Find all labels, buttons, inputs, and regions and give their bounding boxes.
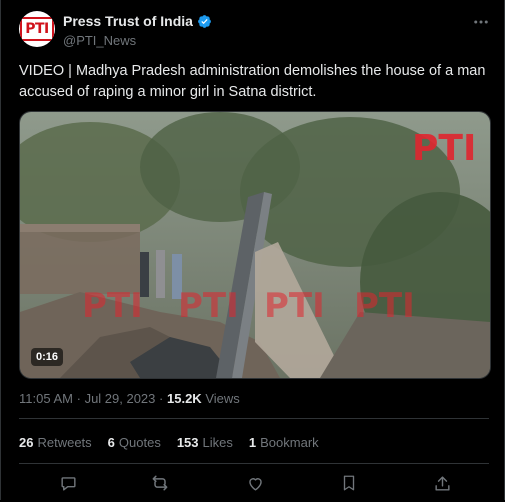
watermark-top: PTI bbox=[412, 128, 476, 169]
watermark-1: PTI bbox=[82, 286, 143, 326]
avatar[interactable]: PTI bbox=[19, 11, 55, 47]
watermark-4: PTI bbox=[354, 286, 415, 326]
video-frame: PTI PTI PTI PTI PTI bbox=[20, 112, 490, 378]
retweet-icon[interactable] bbox=[149, 472, 171, 494]
likes-stat[interactable]: 153 Likes bbox=[177, 435, 233, 450]
views-label: Views bbox=[205, 391, 240, 406]
display-name[interactable]: Press Trust of India bbox=[63, 13, 193, 29]
share-icon[interactable] bbox=[431, 472, 453, 494]
divider-bottom bbox=[19, 463, 489, 464]
watermark-2: PTI bbox=[178, 286, 239, 326]
video-duration-badge: 0:16 bbox=[31, 348, 64, 366]
display-name-row: Press Trust of India bbox=[63, 12, 212, 30]
tweet-meta: 11:05 AM · Jul 29, 2023 · 15.2K Views bbox=[19, 391, 240, 406]
action-bar bbox=[19, 472, 489, 496]
tweet-date[interactable]: Jul 29, 2023 bbox=[85, 391, 156, 406]
bookmark-icon[interactable] bbox=[338, 472, 360, 494]
author-names: Press Trust of India @PTI_News bbox=[63, 12, 212, 48]
engagement-stats: 26 Retweets 6 Quotes 153 Likes 1 Bookmark bbox=[19, 435, 319, 450]
quotes-stat[interactable]: 6 Quotes bbox=[108, 435, 161, 450]
avatar-logo: PTI bbox=[20, 17, 54, 41]
bookmarks-stat[interactable]: 1 Bookmark bbox=[249, 435, 319, 450]
meta-separator: · bbox=[76, 391, 81, 406]
tweet-text: VIDEO | Madhya Pradesh administration de… bbox=[19, 63, 486, 100]
handle[interactable]: @PTI_News bbox=[63, 33, 212, 48]
reply-icon[interactable] bbox=[57, 472, 79, 494]
tweet-card: PTI Press Trust of India @PTI_News VIDEO… bbox=[0, 0, 505, 500]
meta-separator-2: · bbox=[159, 391, 164, 406]
tweet-header: PTI Press Trust of India @PTI_News bbox=[19, 11, 491, 51]
like-icon[interactable] bbox=[244, 472, 266, 494]
watermark-3: PTI bbox=[264, 286, 325, 326]
tweet-time[interactable]: 11:05 AM bbox=[19, 391, 73, 406]
divider-top bbox=[19, 418, 489, 419]
retweets-stat[interactable]: 26 Retweets bbox=[19, 435, 92, 450]
verified-badge-icon bbox=[197, 14, 212, 29]
video-player[interactable]: PTI PTI PTI PTI PTI 0:16 bbox=[19, 111, 491, 379]
views-count: 15.2K bbox=[167, 391, 202, 406]
more-icon[interactable] bbox=[471, 13, 491, 31]
